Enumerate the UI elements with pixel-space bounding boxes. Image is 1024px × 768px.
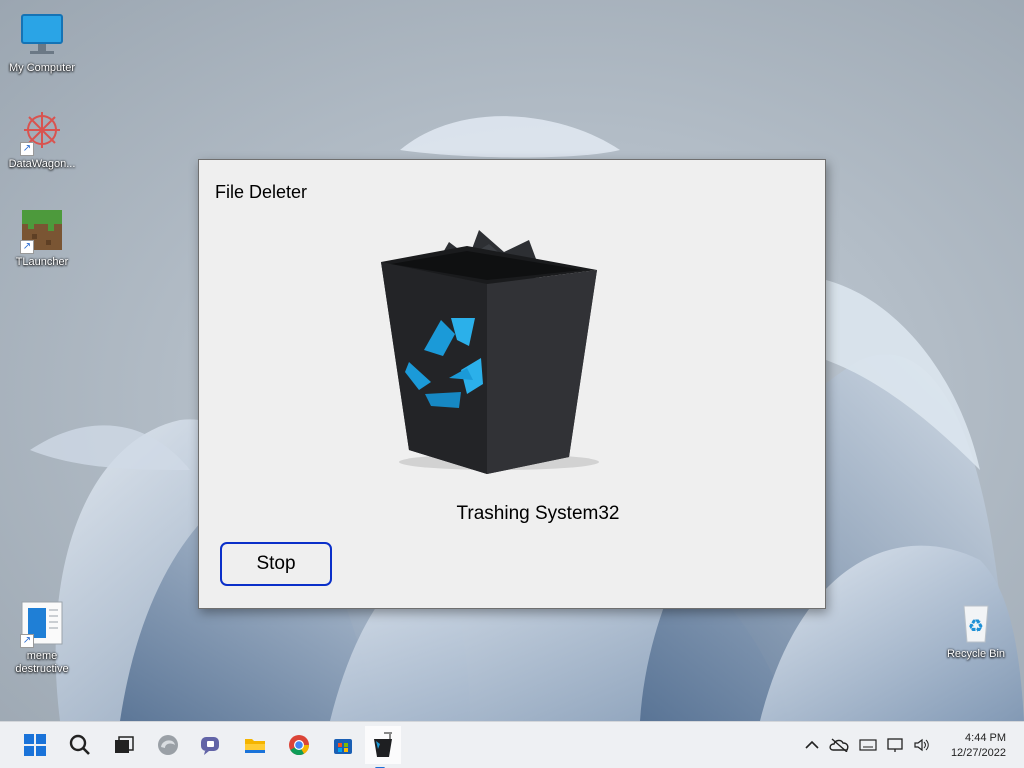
store-icon[interactable] <box>328 730 358 760</box>
clock-date: 12/27/2022 <box>950 747 1006 759</box>
desktop-icon-my-computer[interactable]: My Computer <box>0 12 84 75</box>
window-title: File Deleter <box>215 182 308 202</box>
clock-time: 4:44 PM <box>965 732 1006 744</box>
search-icon[interactable] <box>65 730 95 760</box>
onedrive-icon[interactable] <box>828 734 850 756</box>
full-recycle-bin-icon <box>381 230 599 474</box>
desktop-icon-meme-destructive[interactable]: ↗ meme destructive <box>0 600 84 676</box>
monitor-icon <box>18 12 66 60</box>
network-icon[interactable] <box>886 734 906 756</box>
keyboard-icon[interactable] <box>858 734 878 756</box>
desktop-icon-datawagon[interactable]: ↗ DataWagon... <box>0 108 84 171</box>
file-deleter-icon[interactable] <box>365 726 401 768</box>
chevron-up-icon[interactable] <box>804 734 820 756</box>
recycle-bin-icon: ♻ <box>952 598 1000 646</box>
grass-block-icon: ↗ <box>18 206 66 254</box>
desktop-icon-label: My Computer <box>8 62 76 74</box>
shortcut-arrow-icon: ↗ <box>20 634 34 648</box>
chat-icon[interactable] <box>195 730 225 760</box>
edge-icon[interactable] <box>153 730 183 760</box>
file-deleter-window: File Deleter Trashing System32 Stop <box>198 159 826 609</box>
desktop-icon-label: meme destructive <box>15 650 69 675</box>
shortcut-arrow-icon: ↗ <box>20 240 34 254</box>
document-icon: ↗ <box>18 600 66 648</box>
volume-icon[interactable] <box>912 734 932 756</box>
desktop-icon-tlauncher[interactable]: ↗ TLauncher <box>0 206 84 269</box>
task-view-icon[interactable] <box>108 730 138 760</box>
status-text: Trashing System32 <box>456 503 620 524</box>
stop-button[interactable]: Stop <box>220 542 332 586</box>
desktop-icon-label: TLauncher <box>15 256 69 268</box>
clock[interactable]: 4:44 PM 12/27/2022 <box>951 731 1006 761</box>
shortcut-arrow-icon: ↗ <box>20 142 34 156</box>
desktop-icon-recycle-bin[interactable]: ♻ Recycle Bin <box>934 598 1018 661</box>
file-explorer-icon[interactable] <box>240 730 270 760</box>
svg-text:♻: ♻ <box>968 616 984 637</box>
desktop-icon-label: DataWagon... <box>8 158 76 170</box>
chrome-icon[interactable] <box>284 730 314 760</box>
windows-start-icon[interactable] <box>20 730 50 760</box>
starburst-app-icon: ↗ <box>18 108 66 156</box>
desktop-icon-label: Recycle Bin <box>946 648 1006 660</box>
taskbar: 4:44 PM 12/27/2022 <box>0 721 1024 768</box>
